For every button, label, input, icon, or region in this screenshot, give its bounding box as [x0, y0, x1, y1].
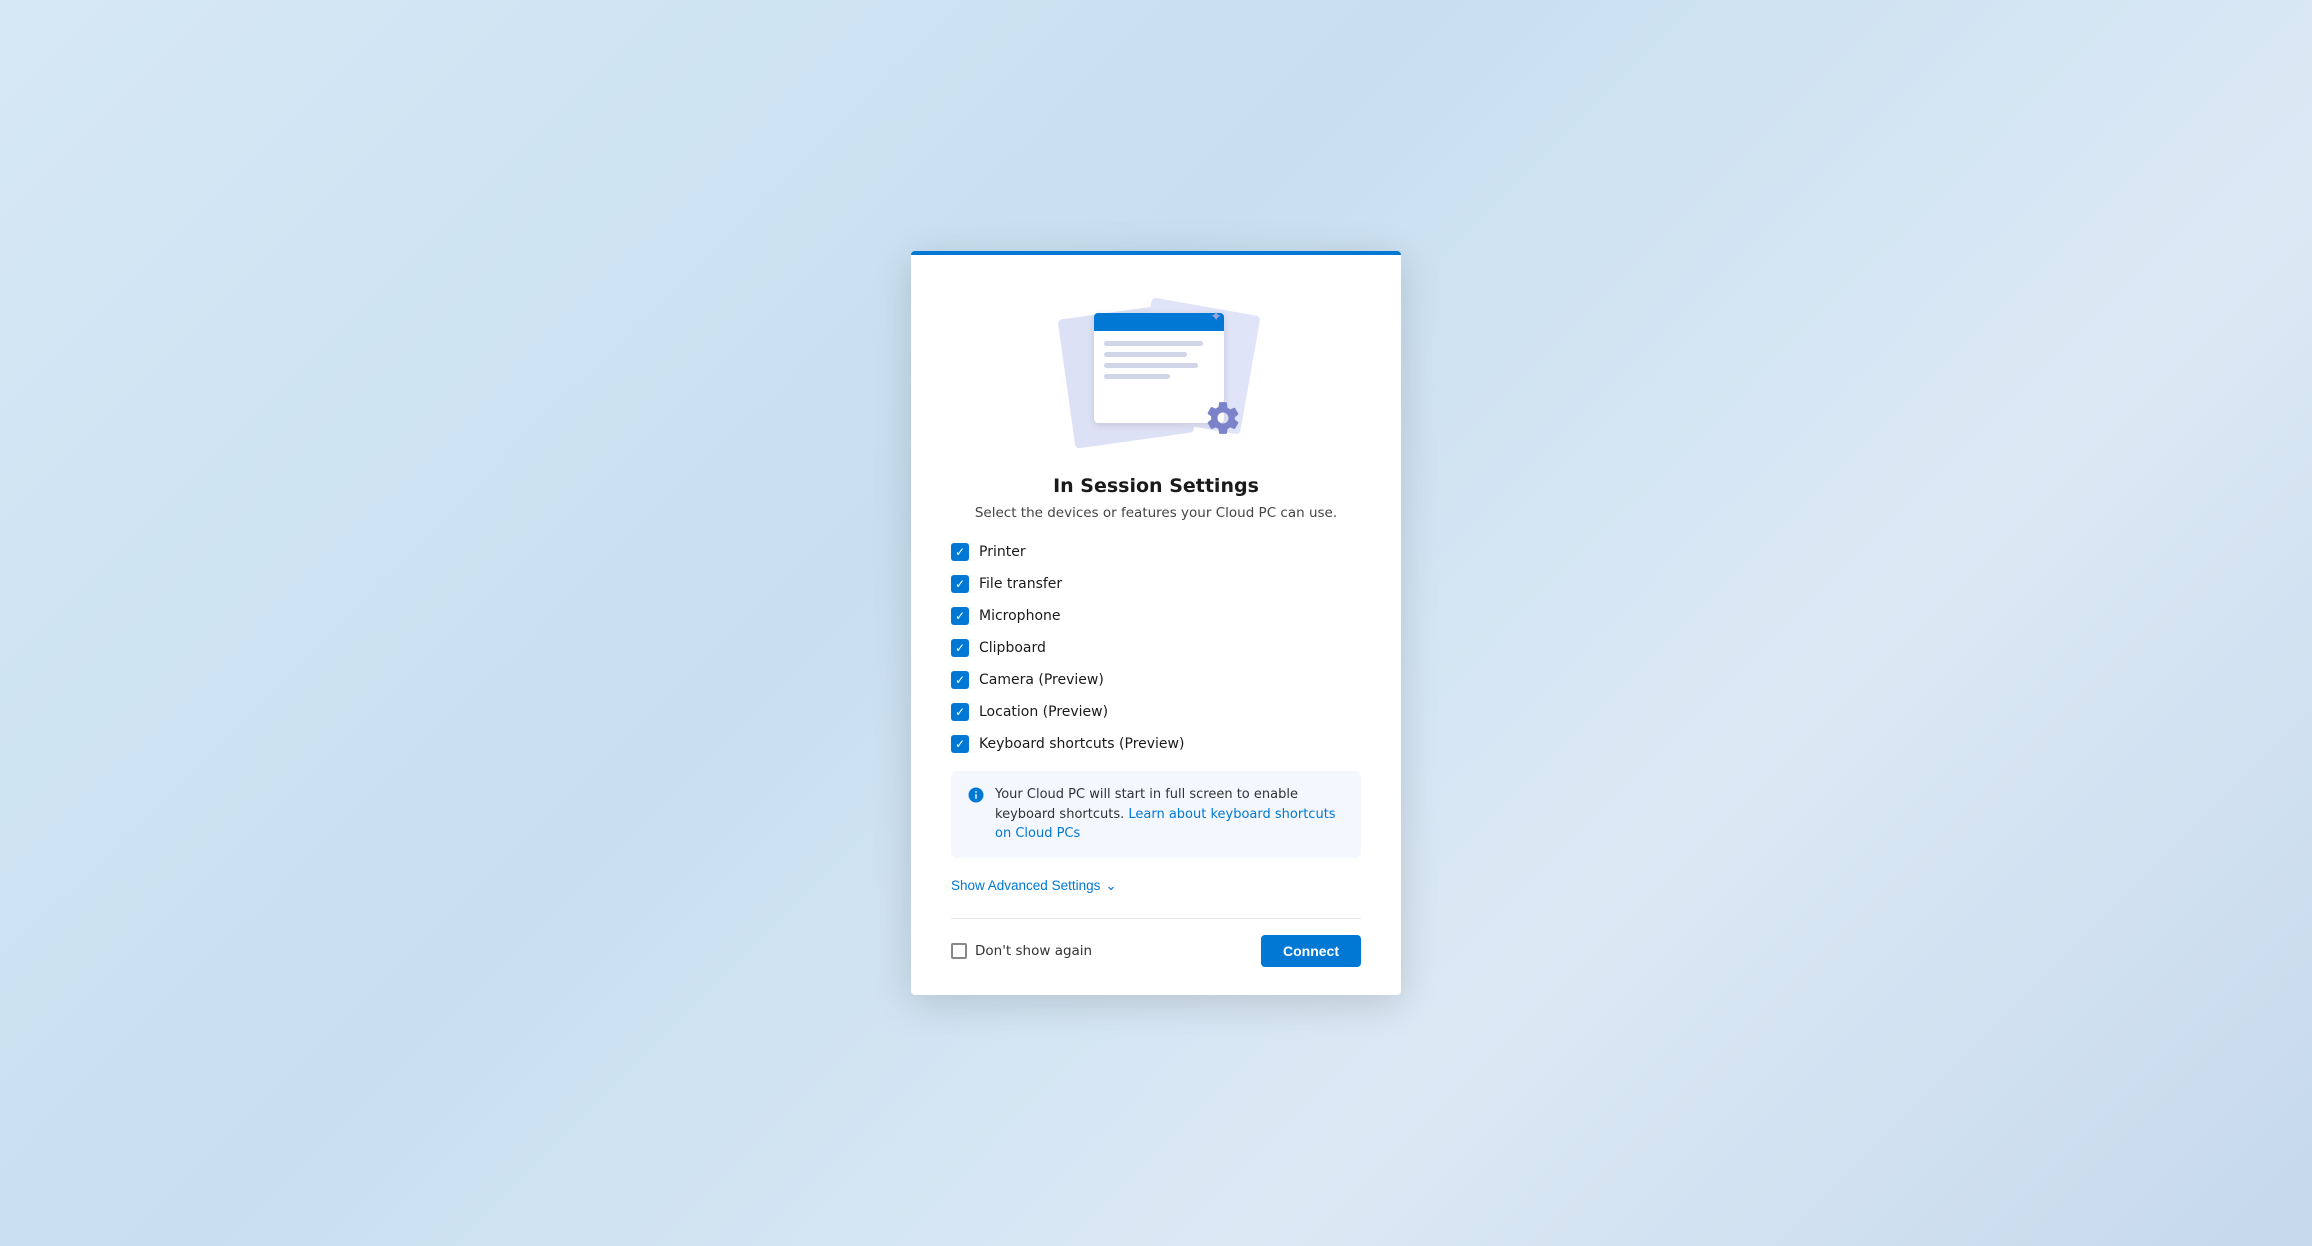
info-box-text: Your Cloud PC will start in full screen …: [995, 785, 1345, 844]
dialog-footer: Don't show again Connect: [951, 918, 1361, 967]
checkmark-icon: ✓: [955, 578, 965, 590]
list-item: ✓ File transfer: [951, 575, 1361, 593]
list-item: ✓ Microphone: [951, 607, 1361, 625]
dialog-content: ✦ In Session Settings Select the devices…: [911, 255, 1401, 995]
dialog-subtitle: Select the devices or features your Clou…: [951, 505, 1361, 521]
chevron-down-icon: ⌄: [1105, 878, 1116, 894]
camera-label: Camera (Preview): [979, 672, 1104, 688]
microphone-checkbox[interactable]: ✓: [951, 607, 969, 625]
list-item: ✓ Clipboard: [951, 639, 1361, 657]
show-advanced-label: Show Advanced Settings: [951, 878, 1100, 893]
illustration: ✦: [951, 291, 1361, 451]
checkmark-icon: ✓: [955, 642, 965, 654]
keyboard-shortcuts-label: Keyboard shortcuts (Preview): [979, 736, 1184, 752]
window-line: [1104, 374, 1170, 379]
dont-show-container: Don't show again: [951, 943, 1092, 959]
info-box: Your Cloud PC will start in full screen …: [951, 771, 1361, 858]
microphone-label: Microphone: [979, 608, 1061, 624]
checkmark-icon: ✓: [955, 706, 965, 718]
checkmark-icon: ✓: [955, 738, 965, 750]
sparkle-icon: ✦: [1210, 309, 1222, 325]
list-item: ✓ Camera (Preview): [951, 671, 1361, 689]
checkmark-icon: ✓: [955, 610, 965, 622]
keyboard-shortcuts-checkbox[interactable]: ✓: [951, 735, 969, 753]
dialog-title: In Session Settings: [951, 475, 1361, 497]
location-checkbox[interactable]: ✓: [951, 703, 969, 721]
checkmark-icon: ✓: [955, 546, 965, 558]
dont-show-label[interactable]: Don't show again: [975, 943, 1092, 959]
printer-label: Printer: [979, 544, 1026, 560]
window-titlebar: [1094, 313, 1224, 331]
window-line: [1104, 363, 1198, 368]
dont-show-checkbox[interactable]: [951, 943, 967, 959]
window-line: [1104, 352, 1187, 357]
window-line: [1104, 341, 1203, 346]
illustration-inner: ✦: [1056, 291, 1256, 451]
info-icon: [967, 786, 985, 844]
list-item: ✓ Location (Preview): [951, 703, 1361, 721]
gear-container: [1204, 399, 1242, 441]
list-item: ✓ Printer: [951, 543, 1361, 561]
checkbox-list: ✓ Printer ✓ File transfer ✓ Microphone ✓: [951, 543, 1361, 753]
clipboard-checkbox[interactable]: ✓: [951, 639, 969, 657]
show-advanced-button[interactable]: Show Advanced Settings ⌄: [951, 878, 1117, 894]
printer-checkbox[interactable]: ✓: [951, 543, 969, 561]
clipboard-label: Clipboard: [979, 640, 1046, 656]
window-lines: [1094, 331, 1224, 395]
in-session-settings-dialog: ✦ In Session Settings Select the devices…: [911, 251, 1401, 995]
file-transfer-label: File transfer: [979, 576, 1062, 592]
location-label: Location (Preview): [979, 704, 1108, 720]
list-item: ✓ Keyboard shortcuts (Preview): [951, 735, 1361, 753]
file-transfer-checkbox[interactable]: ✓: [951, 575, 969, 593]
camera-checkbox[interactable]: ✓: [951, 671, 969, 689]
gear-icon: [1204, 399, 1242, 437]
connect-button[interactable]: Connect: [1261, 935, 1361, 967]
checkmark-icon: ✓: [955, 674, 965, 686]
